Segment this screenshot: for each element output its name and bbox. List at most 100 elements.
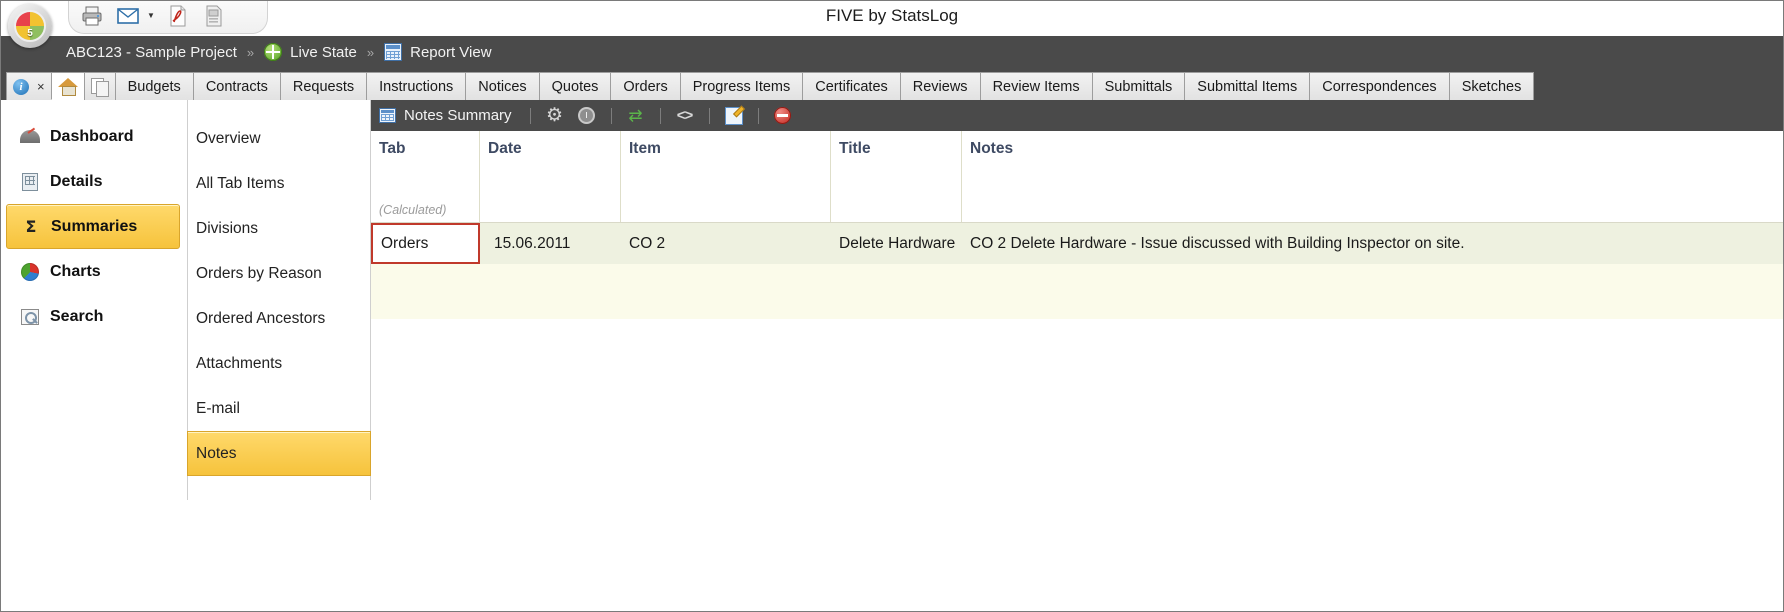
tab-home[interactable] [50,72,85,100]
tab-correspondences[interactable]: Correspondences [1309,72,1450,100]
panel-toolbar: Notes Summary ⚙ ⇄ <> [371,100,1784,131]
tab-info[interactable]: i × [6,72,52,100]
code-brackets-icon[interactable]: <> [673,104,697,128]
sidebar-item-details[interactable]: Details [6,159,180,204]
sidebar: Dashboard Details Σ Summaries Charts Sea… [0,100,187,500]
summaries-sublist: Overview All Tab Items Divisions Orders … [187,100,371,500]
application-window: 5 ▼ FIVE by StatsLog ABC123 - Sample Pro… [0,0,1784,612]
breadcrumb-separator-2: » [366,44,375,60]
breadcrumb: ABC123 - Sample Project » Live State » R… [0,36,1784,68]
live-state-icon [264,43,283,61]
dashboard-icon [20,127,40,147]
breadcrumb-project-label: ABC123 - Sample Project [66,43,237,61]
details-icon [20,172,40,192]
toolbar-divider [659,107,661,124]
home-icon [57,78,78,96]
sublist-item-notes[interactable]: Notes [187,431,371,476]
tab-strip: i × Budgets Contracts Requests Instructi… [0,68,1784,100]
breadcrumb-view-label: Report View [410,43,492,61]
toolbar-divider [610,107,612,124]
tab-sketches[interactable]: Sketches [1448,72,1535,100]
deny-icon[interactable] [771,104,795,128]
refresh-icon[interactable]: ⇄ [624,104,648,128]
sublist-item-divisions[interactable]: Divisions [188,206,370,251]
sublist-item-all-tab-items[interactable]: All Tab Items [188,161,370,206]
body-area: Dashboard Details Σ Summaries Charts Sea… [0,100,1784,500]
column-header-label: Date [488,140,522,157]
tab-submittals[interactable]: Submittals [1091,72,1186,100]
column-header-title[interactable]: Title [831,131,962,222]
torn-page-edge [0,574,1784,612]
breadcrumb-live-state[interactable]: Live State [264,43,357,61]
cell-tab[interactable]: Orders [371,223,480,264]
sidebar-item-summaries[interactable]: Σ Summaries [6,204,180,249]
sublist-item-orders-by-reason[interactable]: Orders by Reason [188,251,370,296]
logo-number: 5 [27,28,33,39]
settings-gear-icon[interactable]: ⚙ [543,104,567,128]
cell-title[interactable]: Delete Hardware [831,223,962,264]
table-row[interactable]: Orders 15.06.2011 CO 2 Delete Hardware C… [371,223,1784,264]
sidebar-item-label: Search [50,307,104,325]
column-header-notes[interactable]: Notes [962,131,1784,222]
tab-review-items[interactable]: Review Items [979,72,1093,100]
sidebar-item-label: Summaries [51,217,138,235]
column-header-tab[interactable]: Tab (Calculated) [371,131,480,222]
breadcrumb-project[interactable]: ABC123 - Sample Project [66,44,237,61]
sidebar-item-label: Details [50,172,103,190]
column-header-date[interactable]: Date [480,131,621,222]
tab-submittal-items[interactable]: Submittal Items [1184,72,1311,100]
tab-reviews[interactable]: Reviews [899,72,981,100]
column-header-item[interactable]: Item [621,131,831,222]
column-header-label: Title [839,140,871,157]
tab-orders[interactable]: Orders [610,72,681,100]
sublist-item-attachments[interactable]: Attachments [188,341,370,386]
close-icon[interactable]: × [37,79,45,94]
column-header-label: Item [629,140,661,157]
sidebar-item-dashboard[interactable]: Dashboard [6,114,180,159]
main-content: Notes Summary ⚙ ⇄ <> Tab (Calculated) Da… [371,100,1784,500]
breadcrumb-state-label: Live State [290,43,357,61]
report-grid-icon [379,108,396,123]
app-logo-icon: 5 [14,10,46,42]
breadcrumb-report-view[interactable]: Report View [384,43,492,61]
toolbar-divider [708,107,710,124]
toolbar-divider [529,107,531,124]
tab-certificates[interactable]: Certificates [802,72,901,100]
edit-note-icon[interactable] [722,104,746,128]
notes-summary-grid: Tab (Calculated) Date Item Title Notes O… [371,131,1784,319]
grid-header-row: Tab (Calculated) Date Item Title Notes [371,131,1784,223]
pie-chart-icon [20,262,40,282]
tab-requests[interactable]: Requests [279,72,368,100]
sublist-item-ordered-ancestors[interactable]: Ordered Ancestors [188,296,370,341]
title-bar: 5 ▼ FIVE by StatsLog [0,0,1784,48]
sublist-item-email[interactable]: E-mail [188,386,370,431]
copy-icon [90,77,109,97]
column-header-label: Notes [970,140,1014,157]
alarm-clock-icon[interactable] [575,104,599,128]
cell-item[interactable]: CO 2 [621,223,831,264]
column-calculated-note: (Calculated) [379,203,447,217]
toolbar-divider [757,107,759,124]
tab-budgets[interactable]: Budgets [114,72,194,100]
column-header-label: Tab [379,140,406,157]
sidebar-item-search[interactable]: Search [6,294,180,339]
cell-notes[interactable]: CO 2 Delete Hardware - Issue discussed w… [962,223,1784,264]
cell-date[interactable]: 15.06.2011 [480,223,621,264]
tab-quotes[interactable]: Quotes [538,72,612,100]
tab-progress-items[interactable]: Progress Items [679,72,804,100]
sidebar-item-charts[interactable]: Charts [6,249,180,294]
sigma-icon: Σ [25,217,37,236]
app-logo-button[interactable]: 5 [8,4,52,48]
window-title: FIVE by StatsLog [825,6,959,25]
panel-title: Notes Summary [404,107,512,124]
tab-instructions[interactable]: Instructions [366,72,467,100]
grid-empty-area [371,264,1784,319]
tab-notices[interactable]: Notices [465,72,540,100]
tab-copy[interactable] [83,72,116,100]
sidebar-item-label: Charts [50,262,101,280]
report-view-icon [384,43,403,61]
tab-contracts[interactable]: Contracts [192,72,281,100]
sublist-item-overview[interactable]: Overview [188,116,370,161]
search-icon [20,307,40,327]
breadcrumb-separator-1: » [246,44,255,60]
